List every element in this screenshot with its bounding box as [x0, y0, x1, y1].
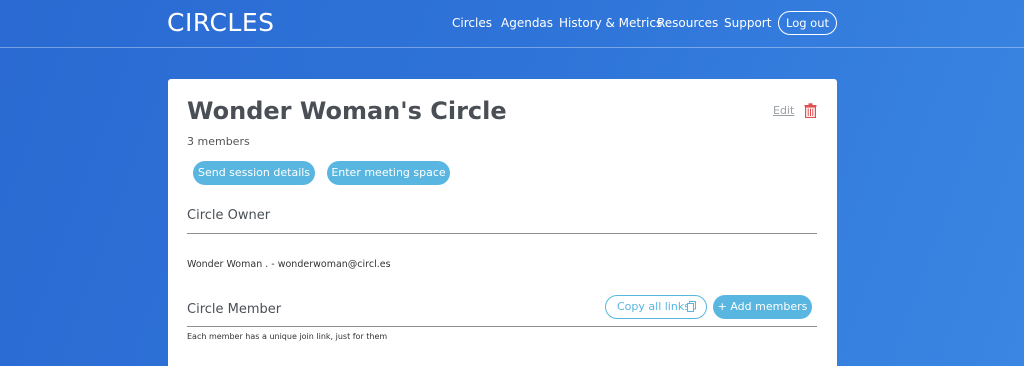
circle-card: Wonder Woman's Circle 3 members Edit Sen…	[168, 79, 837, 366]
divider	[187, 326, 817, 327]
nav-circles[interactable]: Circles	[452, 16, 492, 30]
divider	[187, 233, 817, 234]
trash-icon[interactable]	[804, 103, 817, 118]
edit-link[interactable]: Edit	[773, 104, 794, 117]
nav-support[interactable]: Support	[724, 16, 771, 30]
members-count: 3 members	[187, 135, 250, 148]
copy-icon	[687, 301, 696, 312]
send-session-details-button[interactable]: Send session details	[193, 161, 315, 185]
nav-resources[interactable]: Resources	[657, 16, 718, 30]
add-members-button[interactable]: + Add members	[713, 295, 812, 319]
circle-member-heading: Circle Member	[187, 302, 282, 317]
nav-history-metrics[interactable]: History & Metrics	[559, 16, 662, 30]
enter-meeting-space-button[interactable]: Enter meeting space	[327, 161, 450, 185]
copy-all-links-button[interactable]: Copy all links	[605, 295, 707, 319]
logo[interactable]: CIRCLES	[167, 8, 275, 37]
owner-info: Wonder Woman . - wonderwoman@circl.es	[187, 259, 391, 270]
nav-agendas[interactable]: Agendas	[501, 16, 553, 30]
circle-owner-heading: Circle Owner	[187, 208, 271, 223]
page-title: Wonder Woman's Circle	[187, 97, 507, 125]
copy-all-links-label: Copy all links	[617, 300, 690, 313]
logout-button[interactable]: Log out	[778, 11, 837, 35]
top-navbar: CIRCLES Circles Agendas History & Metric…	[0, 0, 1024, 48]
member-help-text: Each member has a unique join link, just…	[187, 332, 388, 341]
